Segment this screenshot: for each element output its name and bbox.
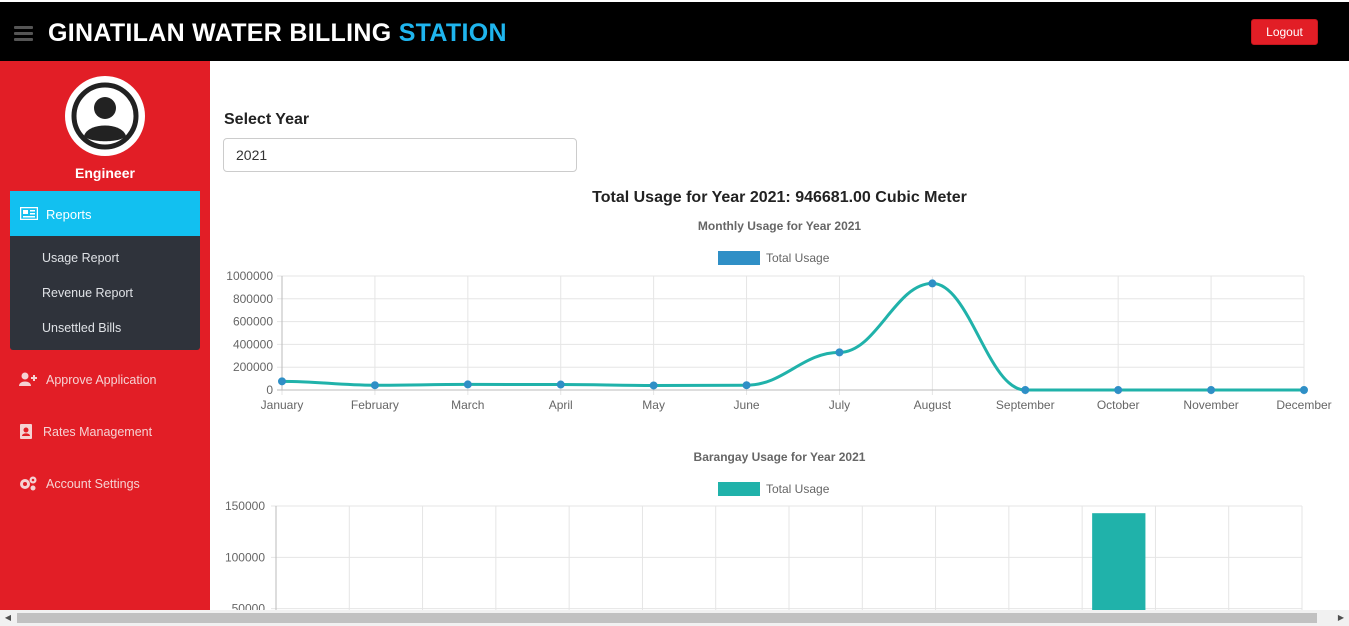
sidebar: Engineer Reports Usage Report Revenue Re… [0, 61, 210, 611]
avatar [65, 76, 145, 156]
y-tick-label: 600000 [233, 315, 273, 329]
user-role-label: Engineer [75, 165, 135, 181]
reports-submenu: Usage Report Revenue Report Unsettled Bi… [10, 236, 200, 350]
horizontal-scrollbar[interactable]: ◀ ▶ [0, 610, 1349, 626]
data-point [1300, 386, 1308, 394]
brand-accent-text: STATION [398, 19, 507, 47]
x-tick-label: March [451, 398, 484, 412]
top-navbar: GINATILAN WATER BILLING STATION Logout [0, 0, 1349, 61]
year-select-input[interactable] [223, 138, 577, 172]
line-chart-title: Monthly Usage for Year 2021 [697, 219, 862, 233]
submenu-revenue-report[interactable]: Revenue Report [42, 286, 133, 300]
total-usage-title: Total Usage for Year 2021: 946681.00 Cub… [592, 189, 967, 206]
data-point [835, 348, 844, 357]
submenu-usage-report[interactable]: Usage Report [42, 251, 119, 265]
data-point [463, 380, 472, 389]
sidebar-item-label: Approve Application [46, 373, 157, 387]
submenu-unsettled-bills[interactable]: Unsettled Bills [42, 321, 121, 335]
brand-title: GINATILAN WATER BILLING STATION [48, 19, 507, 48]
data-point [742, 381, 751, 390]
user-circle-icon [71, 82, 139, 150]
x-tick-label: October [1097, 398, 1140, 412]
series-line-total-usage [281, 281, 1304, 392]
data-point [649, 381, 658, 390]
bar [1092, 513, 1146, 610]
bar-chart-title: Barangay Usage for Year 2021 [693, 450, 866, 464]
y-tick-label: 150000 [225, 499, 265, 513]
data-point [1021, 386, 1030, 394]
x-tick-label: November [1183, 398, 1238, 412]
x-tick-label: June [734, 398, 760, 412]
data-point [278, 377, 286, 386]
hamburger-menu-icon[interactable] [14, 26, 33, 41]
x-tick-label: February [351, 398, 399, 412]
x-tick-label: January [261, 398, 304, 412]
y-tick-label: 50000 [232, 602, 266, 610]
scroll-left-arrow-icon[interactable]: ◀ [3, 613, 13, 623]
y-tick-label: 0 [266, 383, 273, 397]
data-point [556, 380, 565, 389]
data-point [1114, 386, 1123, 394]
address-book-icon [20, 424, 32, 439]
sidebar-item-label: Reports [46, 207, 92, 222]
sidebar-item-label: Account Settings [46, 477, 140, 491]
logout-button[interactable]: Logout [1251, 19, 1318, 45]
x-tick-label: September [996, 398, 1055, 412]
select-year-label: Select Year [224, 111, 310, 128]
brand-main-text: GINATILAN WATER BILLING [48, 19, 392, 47]
scroll-right-arrow-icon[interactable]: ▶ [1336, 613, 1346, 623]
x-tick-label: April [549, 398, 573, 412]
data-point [928, 279, 937, 288]
scroll-thumb[interactable] [17, 613, 1317, 623]
data-point [1207, 386, 1216, 394]
barangay-usage-bar-chart: 150000 100000 50000 [225, 499, 1303, 610]
x-tick-label: August [914, 398, 952, 412]
y-tick-label: 800000 [233, 292, 273, 306]
legend-swatch [718, 482, 760, 496]
sidebar-item-label: Rates Management [43, 425, 153, 439]
y-tick-label: 1000000 [226, 269, 273, 283]
y-tick-label: 400000 [233, 337, 273, 351]
legend-label: Total Usage [766, 482, 830, 496]
newspaper-icon [20, 207, 38, 220]
x-tick-label: July [829, 398, 850, 412]
y-tick-label: 200000 [233, 360, 273, 374]
x-tick-label: May [642, 398, 665, 412]
gears-icon [20, 476, 37, 491]
x-tick-label: December [1276, 398, 1331, 412]
user-plus-icon [19, 372, 37, 386]
data-point [370, 381, 379, 390]
monthly-usage-line-chart: 1000000 800000 600000 400000 200000 0January F… [226, 269, 1331, 412]
app-root: GINATILAN WATER BILLING STATION Logout E… [0, 0, 1349, 626]
y-tick-label: 100000 [225, 550, 265, 564]
